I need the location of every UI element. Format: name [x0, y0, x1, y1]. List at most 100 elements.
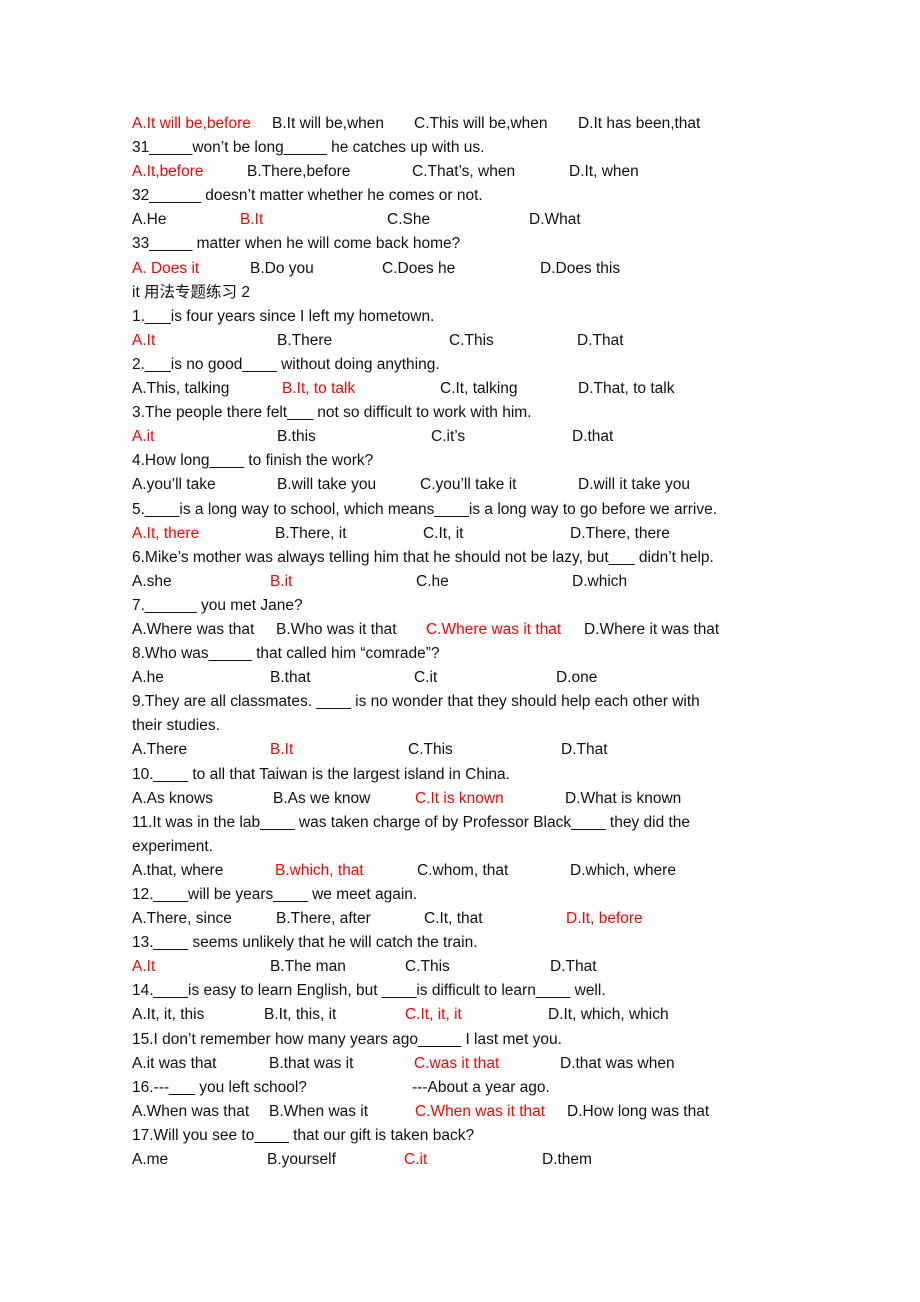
answer-option: C.It, talking: [440, 380, 518, 398]
question-stem: 14.____is easy to learn English, but ___…: [132, 982, 606, 1000]
question-text: experiment.: [132, 835, 772, 859]
answer-option: A.When was that: [132, 1102, 250, 1120]
answer-option: B.will take you: [277, 476, 377, 494]
answer-option: C.She: [387, 211, 431, 229]
answer-options-row: A.Where was that B.Who was it that C.Where…: [132, 618, 772, 642]
answer-options-row: A.It, it, this B.It, this, it C.It, it, it…: [132, 1003, 772, 1027]
question-text: 13.____ seems unlikely that he will catc…: [132, 931, 772, 955]
correct-answer-option: C.Where was it that: [426, 620, 562, 638]
correct-answer-option: A.It: [132, 958, 156, 976]
answer-option: B.that: [270, 669, 311, 687]
answer-option: D.That, to talk: [578, 380, 675, 398]
answer-options-row: A.it was that B.that was it C.was it that D…: [132, 1052, 772, 1076]
answer-option: C.whom, that: [417, 861, 509, 879]
question-stem: 13.____ seems unlikely that he will catc…: [132, 934, 478, 952]
correct-answer-option: A.It,before: [132, 163, 204, 181]
question-stem: 1.___is four years since I left my homet…: [132, 307, 435, 325]
answer-option: B.yourself: [267, 1151, 336, 1169]
question-stem: 4.How long____ to finish the work?: [132, 452, 374, 470]
correct-answer-option: A.it: [132, 428, 155, 446]
correct-answer-option: A.It will be,before: [132, 115, 251, 132]
answer-option: B.As we know: [273, 789, 371, 807]
answer-option: B.It will be,when: [272, 115, 384, 132]
correct-answer-option: B.It: [270, 741, 294, 759]
answer-option: D.That: [550, 958, 597, 976]
question-stem: 10.____ to all that Taiwan is the larges…: [132, 765, 510, 783]
answer-option: D.that was when: [560, 1054, 675, 1072]
question-stem: 12.____will be years____ we meet again.: [132, 886, 418, 903]
question-stem: 3.The people there felt___ not so diffic…: [132, 404, 532, 422]
section-heading: it 用法专题练习 2: [132, 281, 772, 305]
answer-option: C.This: [405, 958, 450, 976]
answer-option: C.That’s, when: [412, 163, 516, 181]
question-text: 31_____won’t be long_____ he catches up …: [132, 136, 772, 160]
correct-answer-option: C.When was it that: [415, 1102, 546, 1120]
answer-option: D.What is known: [565, 789, 682, 807]
answer-option: A.As knows: [132, 789, 213, 807]
question-stem: 6.Mike’s mother was always telling him t…: [132, 548, 714, 566]
question-text: their studies.: [132, 714, 772, 738]
answer-option: B.Who was it that: [276, 620, 397, 638]
question-text: 3.The people there felt___ not so diffic…: [132, 401, 772, 425]
answer-option: A.it was that: [132, 1054, 217, 1072]
answer-option: C.it’s: [431, 428, 466, 446]
question-stem: 7.______ you met Jane?: [132, 596, 303, 614]
answer-options-row: A.It,before B.There,before C.That’s, when D…: [132, 160, 772, 184]
question-text: 17.Will you see to____ that our gift is …: [132, 1124, 772, 1148]
question-text: 6.Mike’s mother was always telling him t…: [132, 546, 772, 570]
answer-options-row: A.he B.that C.it D.one: [132, 666, 772, 690]
question-text: 8.Who was_____ that called him “comrade”…: [132, 642, 772, 666]
question-stem: 32______ doesn’t matter whether he comes…: [132, 187, 483, 205]
answer-option: D.will it take you: [578, 476, 690, 494]
answer-option: B.There, after: [276, 910, 371, 928]
answer-options-row: A.me B.yourself C.it D.them: [132, 1148, 772, 1172]
answer-option: B.There: [277, 331, 333, 349]
question-text: 2.___is no good____ without doing anythi…: [132, 353, 772, 377]
answer-option: C.This: [408, 741, 453, 759]
answer-option: A.you’ll take: [132, 476, 216, 494]
question-text: 33_____ matter when he will come back ho…: [132, 232, 772, 256]
question-text: 5.____is a long way to school, which mea…: [132, 498, 772, 522]
question-stem: 5.____is a long way to school, which mea…: [132, 500, 718, 518]
question-text: 16.---___ you left school? ---About a yea…: [132, 1076, 772, 1100]
correct-answer-option: D.It, before: [566, 910, 643, 928]
question-stem: experiment.: [132, 837, 213, 855]
answer-options-row: A. Does it B.Do you C.Does he D.Does this: [132, 257, 772, 281]
answer-option: D.That: [561, 741, 608, 759]
question-stem: their studies.: [132, 717, 220, 735]
answer-option: B.It, this, it: [264, 1006, 337, 1024]
question-stem: 31_____won’t be long_____ he catches up …: [132, 139, 485, 157]
answer-options-row: A.When was that B.When was it C.When was i…: [132, 1100, 772, 1124]
correct-answer-option: A. Does it: [132, 259, 200, 277]
correct-answer-option: C.it: [404, 1151, 428, 1169]
question-text: 32______ doesn’t matter whether he comes…: [132, 184, 772, 208]
answer-options-row: A.It B.There C.This D.That: [132, 329, 772, 353]
answer-option: C.he: [416, 572, 449, 590]
answer-option: C.it: [414, 669, 438, 687]
section-heading-text: it 用法专题练习 2: [132, 283, 250, 301]
question-text: 11.It was in the lab____ was taken charg…: [132, 811, 772, 835]
question-stem: 2.___is no good____ without doing anythi…: [132, 355, 440, 373]
question-text: 1.___is four years since I left my homet…: [132, 305, 772, 329]
correct-answer-option: A.It, there: [132, 524, 200, 542]
answer-option: D.which, where: [570, 861, 676, 879]
answer-option: B.There, it: [275, 524, 347, 542]
answer-option: A.This, talking: [132, 380, 230, 398]
correct-answer-option: C.was it that: [414, 1054, 500, 1072]
answer-option: B.When was it: [269, 1102, 369, 1120]
question-text: 15.I don’t remember how many years ago__…: [132, 1028, 772, 1052]
dialogue-reply: ---About a year ago.: [412, 1078, 550, 1096]
answer-option: B.The man: [270, 958, 346, 976]
answer-option: C.you’ll take it: [420, 476, 517, 494]
correct-answer-option: B.which, that: [275, 861, 364, 879]
question-text: 7.______ you met Jane?: [132, 594, 772, 618]
answer-option: D.one: [556, 669, 598, 687]
answer-options-row: A.It, there B.There, it C.It, it D.There, t…: [132, 522, 772, 546]
answer-option: A.There, since: [132, 910, 232, 928]
answer-option: D.which: [572, 572, 628, 590]
question-text: 12.____will be years____ we meet again.: [132, 883, 772, 907]
answer-options-row: A.There B.It C.This D.That: [132, 738, 772, 762]
question-stem: 11.It was in the lab____ was taken charg…: [132, 813, 691, 831]
answer-options-row: A.It B.The man C.This D.That: [132, 955, 772, 979]
answer-option: D.It, which, which: [548, 1006, 669, 1024]
